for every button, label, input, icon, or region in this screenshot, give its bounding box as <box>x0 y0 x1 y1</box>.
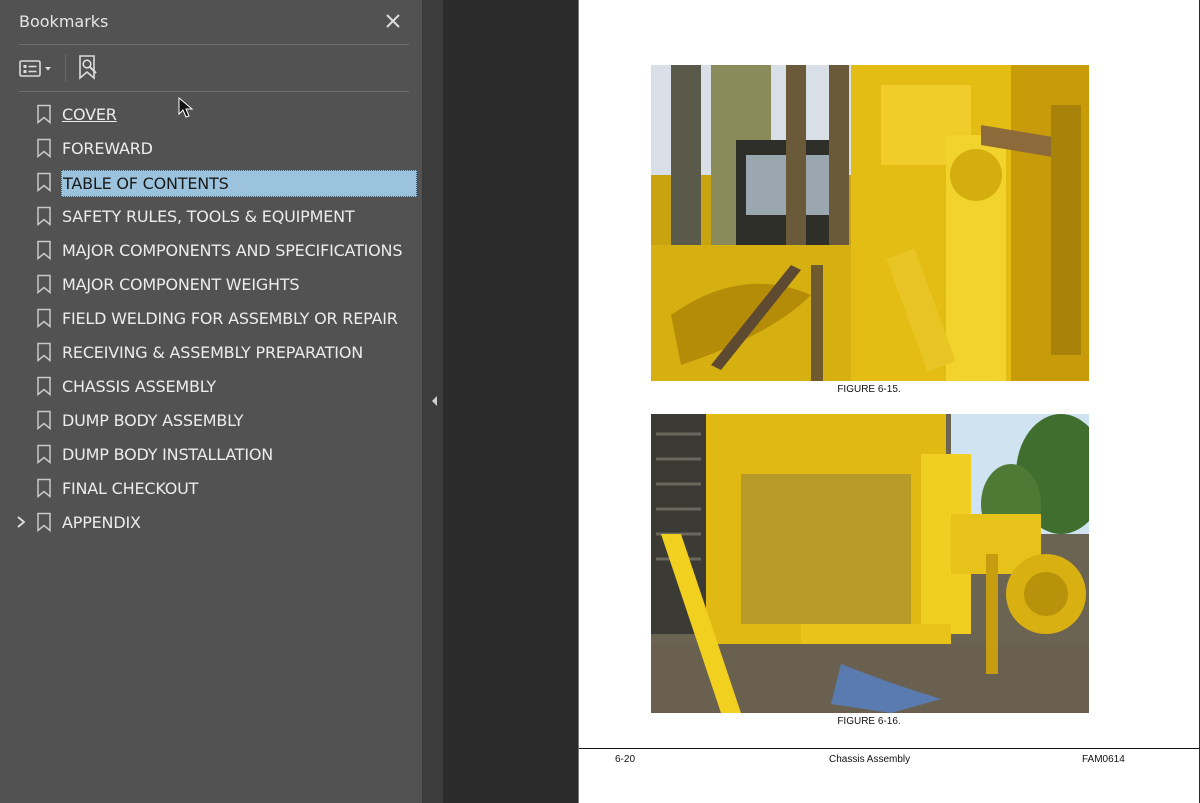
haul-truck-cylinder-photo <box>651 65 1089 381</box>
bookmark-label: FINAL CHECKOUT <box>62 479 199 498</box>
bookmark-options-icon <box>19 60 51 77</box>
document-viewer[interactable]: FIGURE 6-15. FIGURE 6-16. 6-20 Chassis A… <box>443 0 1200 803</box>
bookmark-options-button[interactable] <box>18 56 58 80</box>
bookmark-label: DUMP BODY INSTALLATION <box>62 445 274 464</box>
figure-caption: FIGURE 6-16. <box>837 716 901 727</box>
panel-title: Bookmarks <box>19 12 109 31</box>
bookmark-item[interactable]: FINAL CHECKOUT <box>0 471 422 505</box>
bookmark-item[interactable]: FIELD WELDING FOR ASSEMBLY OR REPAIR <box>0 301 422 335</box>
bookmark-icon <box>37 478 51 498</box>
bookmark-label: RECEIVING & ASSEMBLY PREPARATION <box>62 343 363 362</box>
toolbar-divider <box>19 91 409 92</box>
bookmark-item[interactable]: APPENDIX <box>0 505 422 539</box>
bookmark-label: APPENDIX <box>62 513 141 532</box>
bookmark-label: SAFETY RULES, TOOLS & EQUIPMENT <box>62 207 355 226</box>
document-id: FAM0614 <box>1082 754 1125 765</box>
header-divider <box>19 44 409 45</box>
find-current-bookmark-icon <box>79 55 97 80</box>
bookmark-icon <box>37 410 51 430</box>
bookmark-label: TABLE OF CONTENTS <box>61 170 417 197</box>
bookmarks-panel: Bookmarks COVER FOREWARD TABLE OF CONTEN… <box>0 0 423 803</box>
bookmark-item[interactable]: CHASSIS ASSEMBLY <box>0 369 422 403</box>
page-number: 6-20 <box>615 754 636 765</box>
bookmark-label: CHASSIS ASSEMBLY <box>62 377 216 396</box>
bookmark-icon <box>37 342 51 362</box>
section-title: Chassis Assembly <box>829 754 911 765</box>
bookmark-icon <box>37 308 51 328</box>
bookmark-label: FOREWARD <box>62 139 153 158</box>
toolbar-separator <box>65 54 66 82</box>
figure-caption: FIGURE 6-15. <box>837 384 901 395</box>
bookmark-item[interactable]: DUMP BODY INSTALLATION <box>0 437 422 471</box>
panel-splitter[interactable] <box>423 0 443 803</box>
document-page: FIGURE 6-15. FIGURE 6-16. 6-20 Chassis A… <box>578 0 1199 803</box>
find-current-bookmark-button[interactable] <box>74 53 102 83</box>
bookmark-label: MAJOR COMPONENT WEIGHTS <box>62 275 300 294</box>
bookmarks-toolbar <box>0 46 422 90</box>
haul-truck-axle-photo <box>651 414 1089 713</box>
figure-photo-2 <box>651 414 1089 713</box>
bookmark-item[interactable]: TABLE OF CONTENTS <box>0 165 422 199</box>
footer-rule <box>579 748 1199 749</box>
bookmark-icon <box>37 274 51 294</box>
figure-photo-1 <box>651 65 1089 381</box>
bookmark-item[interactable]: SAFETY RULES, TOOLS & EQUIPMENT <box>0 199 422 233</box>
bookmark-icon <box>37 512 51 532</box>
bookmark-icon <box>37 138 51 158</box>
bookmark-item[interactable]: RECEIVING & ASSEMBLY PREPARATION <box>0 335 422 369</box>
bookmark-icon <box>37 444 51 464</box>
bookmark-label: DUMP BODY ASSEMBLY <box>62 411 244 430</box>
mouse-cursor-icon <box>178 97 194 118</box>
bookmark-icon <box>37 240 51 260</box>
bookmark-icon <box>37 206 51 226</box>
bookmarks-header: Bookmarks <box>0 0 422 44</box>
bookmark-item[interactable]: DUMP BODY ASSEMBLY <box>0 403 422 437</box>
bookmark-item[interactable]: FOREWARD <box>0 131 422 165</box>
expand-chevron-icon[interactable] <box>14 515 28 529</box>
bookmark-label: MAJOR COMPONENTS AND SPECIFICATIONS <box>62 241 403 260</box>
close-panel-button[interactable] <box>380 8 406 34</box>
bookmark-icon <box>37 172 51 192</box>
bookmark-icon <box>37 376 51 396</box>
bookmark-item[interactable]: MAJOR COMPONENT WEIGHTS <box>0 267 422 301</box>
collapse-panel-icon[interactable] <box>429 393 439 409</box>
bookmark-item[interactable]: MAJOR COMPONENTS AND SPECIFICATIONS <box>0 233 422 267</box>
bookmark-icon <box>37 104 51 124</box>
close-icon <box>386 14 400 28</box>
bookmark-label: COVER <box>62 105 117 124</box>
bookmark-label: FIELD WELDING FOR ASSEMBLY OR REPAIR <box>62 309 398 328</box>
bookmark-item[interactable]: COVER <box>0 97 422 131</box>
bookmark-list: COVER FOREWARD TABLE OF CONTENTS SAFETY RUL… <box>0 97 422 539</box>
